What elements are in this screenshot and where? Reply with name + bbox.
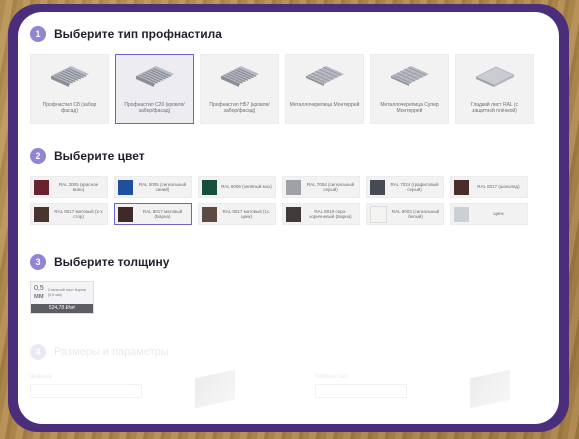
field-label: Количество <box>315 374 348 380</box>
step-number: 4 <box>30 344 46 360</box>
thickness-description: Стальной лист Барна (0,5 мм) <box>47 288 86 297</box>
type-option-label: Профнастил Н57 (кровля/забор/фасад) <box>209 102 270 115</box>
step-number: 1 <box>30 26 46 42</box>
width-input[interactable] <box>30 384 142 398</box>
color-option-label: RAL 8017 (шоколад) <box>477 184 520 190</box>
section-heading: Выберите толщину <box>54 255 170 269</box>
section-heading: Размеры и параметры <box>54 346 169 358</box>
color-option-label: RAL 8019 серо-коричневый (Барна) <box>309 208 352 219</box>
step-number: 3 <box>30 254 46 270</box>
color-swatch <box>34 206 49 222</box>
step-title-dimensions: 4 Размеры и параметры <box>30 344 547 360</box>
color-option[interactable]: RAL 8017 (шоколад) <box>450 176 528 198</box>
corrugated-sheet-icon <box>217 61 263 96</box>
color-option[interactable]: Цинк <box>450 203 528 225</box>
type-option-label: Профнастил С8 (забор фасад) <box>42 102 97 115</box>
color-swatch <box>202 206 217 222</box>
color-option[interactable]: RAL 3005 (красное вино) <box>30 176 108 198</box>
flat-sheet-icon <box>472 61 518 96</box>
color-option-label: RAL 6005 (зелёный мох) <box>221 184 272 190</box>
color-option-label: RAL 5005 (сигнальный синий) <box>138 181 187 192</box>
section-color: 2 Выберите цвет RAL 3005 (красное вино) R… <box>30 146 547 225</box>
step-title-thickness: 3 Выберите толщину <box>30 252 547 272</box>
step-number: 2 <box>30 148 46 164</box>
corrugated-sheet-icon <box>132 61 178 96</box>
type-option-label: Профнастил С20 (кровля/забор/фасад) <box>124 102 185 115</box>
color-swatch <box>118 179 133 195</box>
color-option-label: RAL 8017 матовый (2-х стор) <box>54 208 103 219</box>
metal-tile-icon <box>302 61 348 96</box>
color-swatch <box>370 179 385 195</box>
type-option[interactable]: Металлочерепица Монтеррей <box>285 54 364 124</box>
step-title-color: 2 Выберите цвет <box>30 146 547 166</box>
color-option-label: RAL 8017 матовый (Барна) <box>142 208 183 219</box>
section-type: 1 Выберите тип профнастила Профнастил С8… <box>30 24 547 124</box>
color-option-label: RAL 7024 (графитовый серый) <box>390 181 439 192</box>
color-swatch <box>370 205 387 223</box>
type-option-label: Металлочерепица Супер Монтеррей <box>380 102 439 115</box>
section-heading: Выберите цвет <box>54 149 145 163</box>
type-option[interactable]: Профнастил Н57 (кровля/забор/фасад) <box>200 54 279 124</box>
color-swatch <box>34 179 49 195</box>
color-swatch <box>454 206 469 222</box>
color-swatch <box>454 179 469 195</box>
color-option[interactable]: RAL 7004 (сигнальный серый) <box>282 176 360 198</box>
thickness-value-block: 0,5 мм <box>34 285 44 300</box>
color-option-label: RAL 3005 (красное вино) <box>58 181 99 192</box>
color-option[interactable]: RAL 9003 (сигнальный белый) <box>366 203 444 225</box>
color-option-label: RAL 9003 (сигнальный белый) <box>391 208 440 219</box>
type-option[interactable]: Профнастил С8 (забор фасад) <box>30 54 109 124</box>
thickness-unit: мм <box>34 293 44 300</box>
color-option[interactable]: RAL 8017 матовый (2-х стор) <box>30 203 108 225</box>
type-option-label: Металлочерепица Монтеррей <box>289 102 360 108</box>
thickness-option[interactable]: 0,5 мм Стальной лист Барна (0,5 мм) 524,… <box>30 281 94 314</box>
calculator-panel: 1 Выберите тип профнастила Профнастил С8… <box>18 12 559 424</box>
type-options: Профнастил С8 (забор фасад) Профнастил С2… <box>30 54 547 124</box>
type-option-label: Гладкий лист RAL (с защитной плёнкой) <box>470 102 519 115</box>
color-option[interactable]: RAL 6005 (зелёный мох) <box>198 176 276 198</box>
color-option-label: RAL 8017 матовый (1с. цинк) <box>222 208 271 219</box>
color-options: RAL 3005 (красное вино) RAL 5005 (сигналь… <box>30 176 547 225</box>
section-heading: Выберите тип профнастила <box>54 27 222 41</box>
color-option-label: Цинк <box>493 211 504 217</box>
field-label: Ширина <box>30 374 53 380</box>
thickness-price: 524,78 ₽/м² <box>31 304 93 313</box>
thickness-value: 0,5 <box>34 285 44 293</box>
color-option[interactable]: RAL 7024 (графитовый серый) <box>366 176 444 198</box>
color-swatch <box>286 179 301 195</box>
color-option[interactable]: RAL 8017 матовый (1с. цинк) <box>198 203 276 225</box>
type-option[interactable]: Гладкий лист RAL (с защитной плёнкой) <box>455 54 534 124</box>
corrugated-sheet-icon <box>47 61 93 96</box>
section-thickness: 3 Выберите толщину 0,5 мм Стальной лист … <box>30 252 547 314</box>
color-swatch <box>286 206 301 222</box>
color-option[interactable]: RAL 8017 матовый (Барна) <box>114 203 192 225</box>
metal-tile-icon <box>387 61 433 96</box>
step-title-type: 1 Выберите тип профнастила <box>30 24 547 44</box>
quantity-input[interactable] <box>315 384 407 398</box>
color-swatch <box>118 206 133 222</box>
type-option[interactable]: Профнастил С20 (кровля/забор/фасад) <box>115 54 194 124</box>
sheet-preview-icon <box>195 369 235 409</box>
type-option[interactable]: Металлочерепица Супер Монтеррей <box>370 54 449 124</box>
color-swatch <box>202 179 217 195</box>
sheet-preview-icon <box>470 369 510 409</box>
color-option[interactable]: RAL 5005 (сигнальный синий) <box>114 176 192 198</box>
color-option-label: RAL 7004 (сигнальный серый) <box>306 181 355 192</box>
section-dimensions: 4 Размеры и параметры Ширина Количество <box>30 344 547 424</box>
color-option[interactable]: RAL 8019 серо-коричневый (Барна) <box>282 203 360 225</box>
